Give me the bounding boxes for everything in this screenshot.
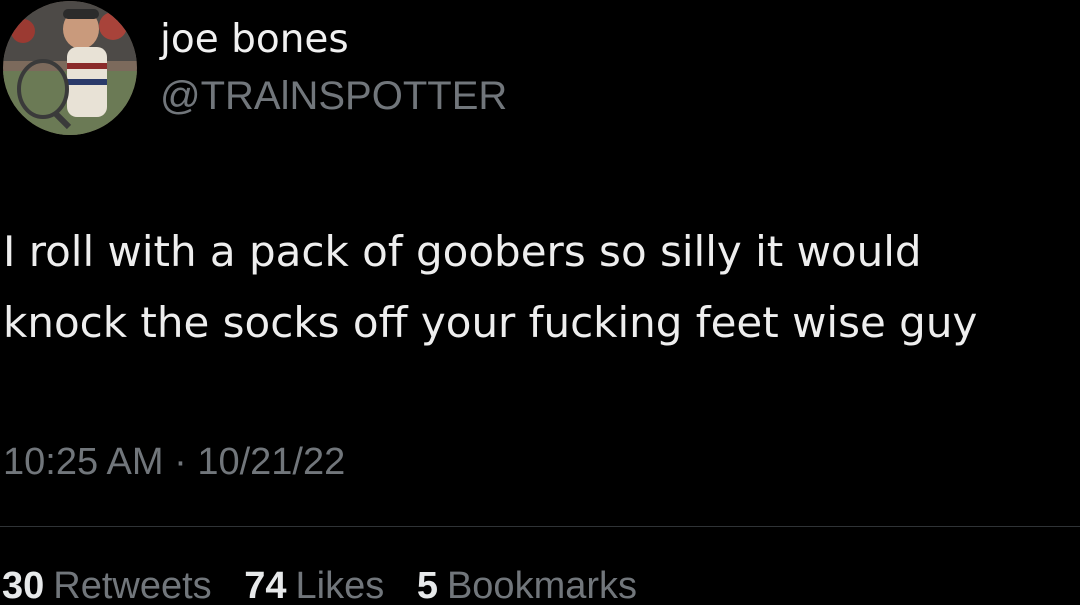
tweet-timestamp[interactable]: 10:25 AM · 10/21/22 — [3, 436, 345, 488]
divider — [0, 526, 1080, 527]
likes-count: 74 — [244, 565, 287, 605]
retweets-count: 30 — [2, 565, 45, 605]
retweets-stat[interactable]: 30 Retweets — [2, 565, 212, 605]
engagement-stats: 30 Retweets 74 Likes 5 Bookmarks — [2, 560, 659, 605]
display-name[interactable]: joe bones — [160, 14, 349, 66]
bookmarks-label: Bookmarks — [446, 565, 638, 605]
tweet-line: knock the socks off your fucking feet wi… — [3, 298, 978, 347]
tweet-text: I roll with a pack of goobers so silly i… — [3, 216, 1078, 358]
likes-label: Likes — [295, 565, 385, 605]
bookmarks-count: 5 — [416, 565, 438, 605]
likes-stat[interactable]: 74 Likes — [244, 565, 384, 605]
user-handle[interactable]: @TRAlNSPOTTER — [160, 70, 507, 122]
retweets-label: Retweets — [53, 565, 212, 605]
tweet-line: I roll with a pack of goobers so silly i… — [3, 227, 922, 276]
avatar-photo-icon — [3, 1, 137, 135]
avatar[interactable] — [3, 1, 137, 135]
bookmarks-stat[interactable]: 5 Bookmarks — [417, 565, 637, 605]
